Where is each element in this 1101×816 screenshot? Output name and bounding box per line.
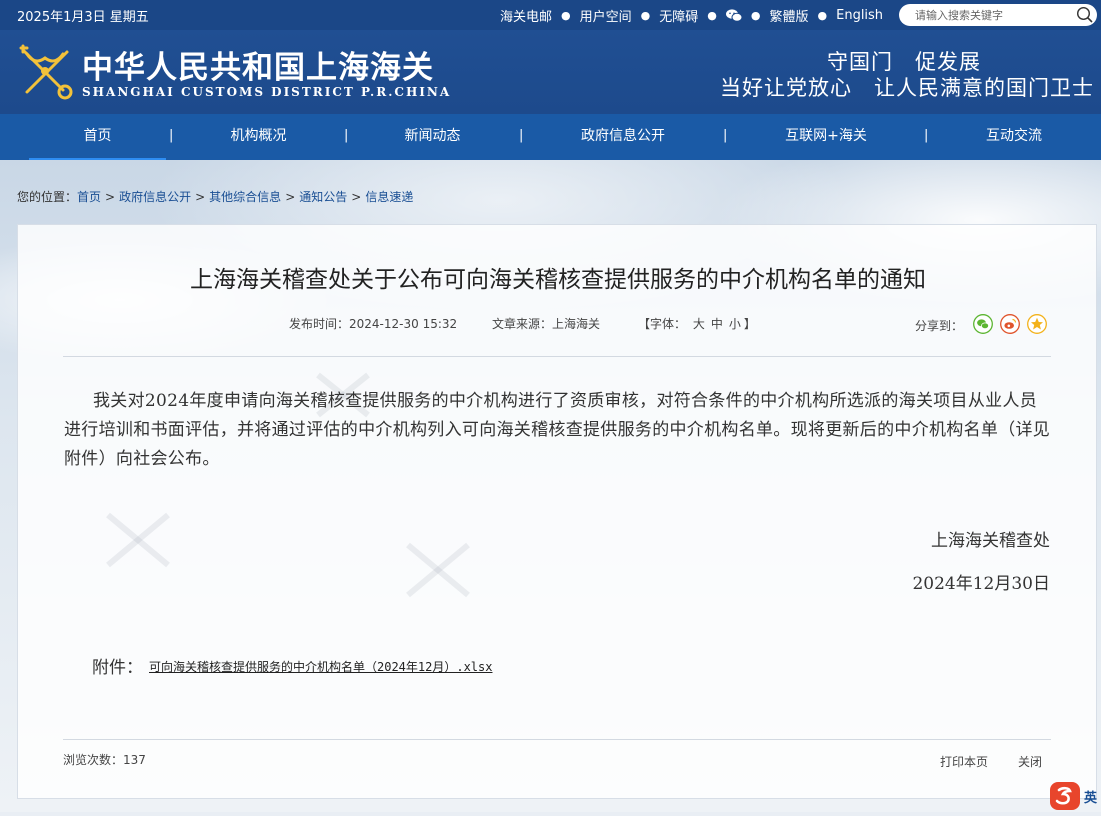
nav-gov-info[interactable]: 政府信息公开 xyxy=(560,114,686,160)
breadcrumb-notices[interactable]: 通知公告 xyxy=(299,190,347,204)
breadcrumb-home[interactable]: 首页 xyxy=(77,190,101,204)
signature-organization: 上海海关稽查处 xyxy=(931,531,1050,551)
breadcrumb-gov-info[interactable]: 政府信息公开 xyxy=(119,190,191,204)
main-nav: 首页 | 机构概况 | 新闻动态 | 政府信息公开 | 互联网+海关 | 互动交… xyxy=(0,114,1101,160)
customs-emblem-icon[interactable] xyxy=(15,40,75,102)
ime-language-label: 英 xyxy=(1084,791,1098,806)
breadcrumb: 您的位置：首页 > 政府信息公开 > 其他综合信息 > 通知公告 > 信息速递 xyxy=(17,190,414,204)
font-size-large[interactable]: 大 xyxy=(693,317,705,331)
nav-organization[interactable]: 机构概况 xyxy=(200,114,317,160)
close-button[interactable]: 关闭 xyxy=(1018,753,1042,770)
article-source: 文章来源：上海海关 xyxy=(492,317,601,331)
ime-indicator[interactable]: 英 xyxy=(1046,780,1101,812)
share-label: 分享到： xyxy=(915,319,964,333)
qzone-share-icon[interactable] xyxy=(1027,314,1047,334)
font-size-controls: 【字体： 大中小】 xyxy=(638,317,756,331)
customs-email-link[interactable]: 海关电邮 xyxy=(500,6,552,25)
view-count: 浏览次数：137 xyxy=(63,753,146,767)
font-size-small[interactable]: 小 xyxy=(729,317,741,331)
article-body: 我关对2024年度申请向海关稽核查提供服务的中介机构进行了资质审核，对符合条件的… xyxy=(64,391,1051,469)
english-link[interactable]: English xyxy=(836,8,883,23)
search-box xyxy=(899,4,1097,26)
breadcrumb-other-info[interactable]: 其他综合信息 xyxy=(209,190,281,204)
footer-divider xyxy=(63,739,1051,740)
slogan-line-2: 当好让党放心 让人民满意的国门卫士 xyxy=(720,76,1094,100)
top-links: 海关电邮 ● 用户空间 ● 无障碍 ● ● 繁體版 ● English xyxy=(500,6,884,25)
wechat-icon[interactable] xyxy=(725,9,743,22)
print-page-button[interactable]: 打印本页 xyxy=(940,753,988,770)
accessibility-link[interactable]: 无障碍 xyxy=(659,6,698,25)
user-space-link[interactable]: 用户空间 xyxy=(580,6,632,25)
nav-internet-customs[interactable]: 互联网+海关 xyxy=(766,114,886,160)
signature-date: 2024年12月30日 xyxy=(912,574,1050,594)
nav-home[interactable]: 首页 xyxy=(29,114,166,160)
site-header: 中华人民共和国上海海关 SHANGHAI CUSTOMS DISTRICT P.… xyxy=(0,30,1101,114)
current-date: 2025年1月3日 星期五 xyxy=(17,10,149,25)
site-title-cn[interactable]: 中华人民共和国上海海关 xyxy=(82,42,434,87)
search-icon[interactable] xyxy=(1076,6,1094,24)
breadcrumb-info-express[interactable]: 信息速递 xyxy=(365,190,413,204)
search-input[interactable] xyxy=(915,7,1065,23)
attachment-link[interactable]: 可向海关稽核查提供服务的中介机构名单（2024年12月）.xlsx xyxy=(149,658,492,675)
customs-watermark-icon xyxy=(106,372,470,598)
nav-interaction[interactable]: 互动交流 xyxy=(956,114,1072,160)
nav-news[interactable]: 新闻动态 xyxy=(374,114,491,160)
attachment-label: 附件： xyxy=(92,658,143,678)
header-divider xyxy=(63,356,1051,357)
wechat-share-icon[interactable] xyxy=(973,314,993,334)
weibo-share-icon[interactable] xyxy=(1000,314,1020,334)
font-size-medium[interactable]: 中 xyxy=(711,317,723,331)
traditional-chinese-link[interactable]: 繁體版 xyxy=(769,6,808,25)
article-panel: 上海海关稽查处关于公布可向海关稽核查提供服务的中介机构名单的通知 发布时间：20… xyxy=(17,224,1097,799)
article-title: 上海海关稽查处关于公布可向海关稽核查提供服务的中介机构名单的通知 xyxy=(190,267,926,293)
site-title-en: SHANGHAI CUSTOMS DISTRICT P.R.CHINA xyxy=(82,85,452,99)
top-bar: 2025年1月3日 星期五 海关电邮 ● 用户空间 ● 无障碍 ● ● 繁體版 … xyxy=(0,0,1101,30)
publish-time: 发布时间：2024-12-30 15:32 xyxy=(289,317,458,331)
